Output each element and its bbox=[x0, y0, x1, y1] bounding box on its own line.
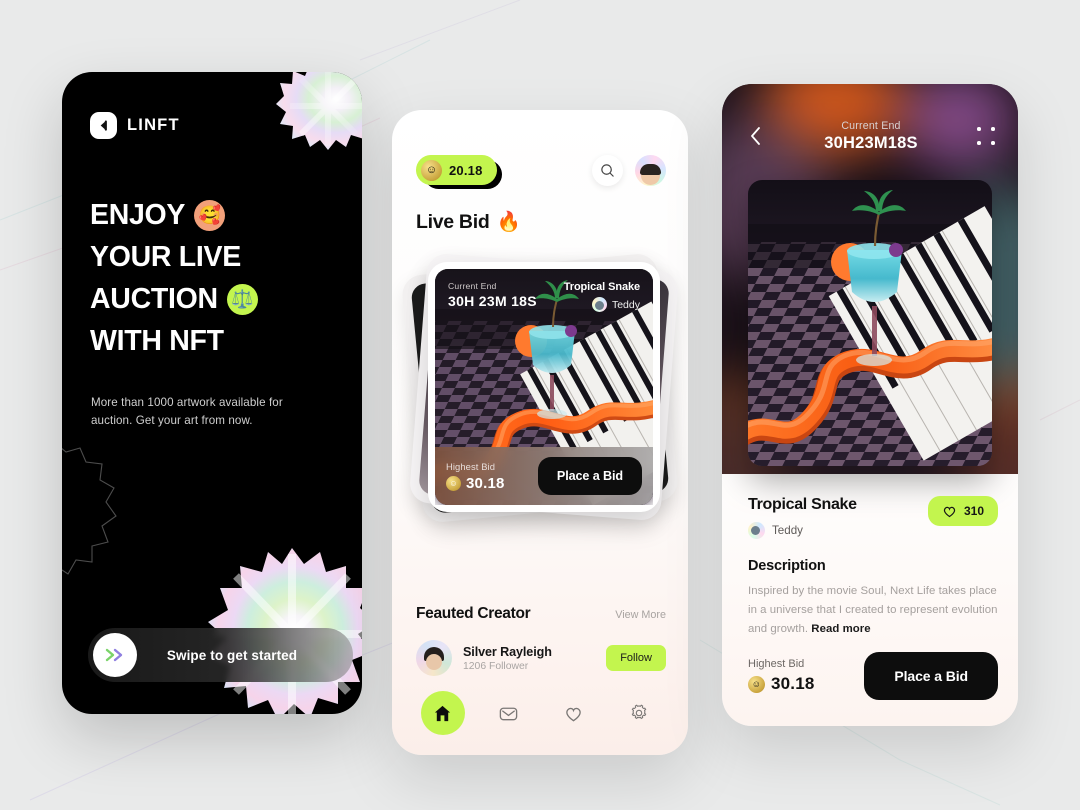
zigzag-outline-decoration bbox=[62, 447, 117, 575]
nft-author: Teddy bbox=[564, 297, 640, 312]
countdown-timer: 30H23M18S bbox=[824, 133, 918, 152]
holographic-star-top bbox=[276, 72, 362, 150]
place-a-bid-button[interactable]: Place a Bid bbox=[537, 457, 642, 495]
live-bid-card-stack: Current End 30H 23M 18S Tropical Snake T… bbox=[400, 252, 680, 524]
nft-detail-screen: Current End 30H23M18S Tropical Snake Ted… bbox=[722, 84, 1018, 726]
page-title-text: Live Bid bbox=[416, 210, 490, 233]
highest-bid-label: Highest Bid bbox=[748, 658, 805, 670]
headline-line-3: AUCTION ⚖️ bbox=[90, 278, 345, 320]
detail-name-row: Tropical Snake Teddy 310 bbox=[748, 496, 998, 539]
detail-title-block: Current End 30H23M18S bbox=[768, 120, 974, 153]
balance-pill[interactable]: ☺ 20.18 bbox=[416, 155, 502, 189]
author-name: Teddy bbox=[772, 524, 803, 537]
creator-name: Silver Rayleigh bbox=[463, 644, 552, 659]
coin-icon: ☺ bbox=[446, 475, 461, 491]
headline-text-3: AUCTION bbox=[90, 283, 218, 315]
nav-messages-button[interactable] bbox=[486, 691, 530, 735]
swipe-to-get-started-button[interactable]: Swipe to get started bbox=[88, 628, 353, 682]
back-arrow-icon bbox=[90, 112, 117, 139]
mail-icon bbox=[499, 707, 518, 720]
smiling-face-with-hearts-emoji: 🥰 bbox=[194, 199, 226, 231]
avatar[interactable] bbox=[635, 154, 666, 186]
current-end-label: Current End bbox=[448, 281, 497, 291]
current-end-label: Current End bbox=[841, 119, 901, 132]
logo-text: LINFT bbox=[127, 116, 180, 134]
nav-home-button[interactable] bbox=[420, 691, 465, 735]
coin-icon: ☺ bbox=[421, 159, 442, 181]
creator-followers: 1206 Follower bbox=[463, 660, 529, 672]
heart-icon bbox=[566, 707, 582, 721]
author-avatar bbox=[748, 522, 765, 539]
highest-bid-block: Highest Bid ☺ 30.18 bbox=[446, 461, 505, 492]
view-more-link[interactable]: View More bbox=[615, 609, 666, 621]
highest-bid-value: 30.18 bbox=[771, 674, 815, 693]
heart-icon bbox=[943, 506, 956, 518]
description-title: Description bbox=[748, 558, 826, 574]
bottom-navigation bbox=[410, 689, 672, 737]
nav-settings-button[interactable] bbox=[617, 691, 661, 735]
headline-text-1: ENJOY bbox=[90, 199, 186, 231]
detail-name-block: Tropical Snake Teddy bbox=[748, 496, 857, 539]
nav-favorites-button[interactable] bbox=[552, 691, 596, 735]
app-logo: LINFT bbox=[90, 112, 180, 139]
highest-bid-value: 30.18 bbox=[466, 474, 505, 492]
like-count-button[interactable]: 310 bbox=[927, 496, 998, 526]
nft-author: Teddy bbox=[748, 522, 857, 539]
grid-dots-icon[interactable] bbox=[974, 124, 998, 148]
onboarding-headline: ENJOY 🥰 YOUR LIVE AUCTION ⚖️ WITH NFT bbox=[90, 194, 345, 362]
nft-artwork bbox=[748, 180, 992, 466]
headline-text-2: YOUR LIVE bbox=[90, 241, 241, 273]
onboarding-subtitle: More than 1000 artwork available for auc… bbox=[91, 396, 283, 427]
detail-footer: Highest Bid ☺ 30.18 Place a Bid bbox=[748, 652, 998, 700]
search-icon[interactable] bbox=[592, 154, 623, 186]
headline-text-4: WITH NFT bbox=[90, 325, 224, 357]
read-more-link[interactable]: Read more bbox=[811, 623, 870, 635]
creator-info: Silver Rayleigh 1206 Follower bbox=[463, 645, 595, 672]
onboarding-screen: LINFT ENJOY 🥰 YOUR LIVE AUCTION ⚖️ WITH … bbox=[62, 72, 362, 714]
card-footer: Highest Bid ☺ 30.18 Place a Bid bbox=[435, 447, 653, 505]
headline-line-4: WITH NFT bbox=[90, 320, 345, 362]
highest-bid-value-row: ☺ 30.18 bbox=[748, 674, 815, 694]
topbar-actions bbox=[592, 154, 666, 186]
nft-name: Tropical Snake bbox=[748, 496, 857, 513]
fire-emoji: 🔥 bbox=[496, 211, 521, 233]
double-chevron-right-icon[interactable] bbox=[93, 633, 137, 677]
card-meta: Current End 30H 23M 18S Tropical Snake T… bbox=[435, 269, 653, 324]
coin-icon: ☺ bbox=[748, 675, 765, 693]
home-icon bbox=[435, 705, 451, 721]
nft-name: Tropical Snake bbox=[563, 281, 640, 293]
live-bid-card[interactable]: Current End 30H 23M 18S Tropical Snake T… bbox=[428, 262, 660, 512]
page-title: Live Bid 🔥 bbox=[416, 210, 521, 234]
balance-scale-emoji: ⚖️ bbox=[226, 283, 258, 315]
description-text-block: Inspired by the movie Soul, Next Life ta… bbox=[748, 582, 1000, 639]
description-text: Inspired by the movie Soul, Next Life ta… bbox=[748, 585, 998, 635]
featured-creator-title: Feauted Creator bbox=[416, 605, 531, 622]
headline-line-2: YOUR LIVE bbox=[90, 236, 345, 278]
headline-line-1: ENJOY 🥰 bbox=[90, 194, 345, 236]
highest-bid-block: Highest Bid ☺ 30.18 bbox=[748, 658, 815, 694]
place-a-bid-button[interactable]: Place a Bid bbox=[864, 652, 998, 700]
gear-icon bbox=[631, 704, 647, 720]
countdown-timer: 30H 23M 18S bbox=[448, 293, 537, 309]
author-avatar bbox=[591, 297, 607, 312]
like-count: 310 bbox=[963, 504, 984, 518]
creator-avatar bbox=[416, 640, 452, 676]
highest-bid-value-row: ☺ 30.18 bbox=[446, 475, 505, 492]
swipe-button-label: Swipe to get started bbox=[166, 647, 298, 663]
chevron-left-icon[interactable] bbox=[742, 123, 768, 149]
author-name: Teddy bbox=[611, 298, 640, 311]
detail-topbar: Current End 30H23M18S bbox=[722, 114, 1018, 158]
home-topbar: ☺ 20.18 bbox=[416, 152, 666, 189]
home-screen: ☺ 20.18 Live Bid 🔥 Current End 30H 23M 1… bbox=[392, 110, 688, 755]
balance-value: 20.18 bbox=[449, 162, 483, 178]
nft-artwork-large[interactable] bbox=[748, 180, 992, 466]
follow-button[interactable]: Follow bbox=[606, 645, 666, 671]
creator-list-item[interactable]: Silver Rayleigh 1206 Follower Follow bbox=[416, 635, 666, 681]
featured-creator-header: Feauted Creator View More bbox=[416, 605, 666, 623]
highest-bid-label: Highest Bid bbox=[446, 460, 496, 472]
